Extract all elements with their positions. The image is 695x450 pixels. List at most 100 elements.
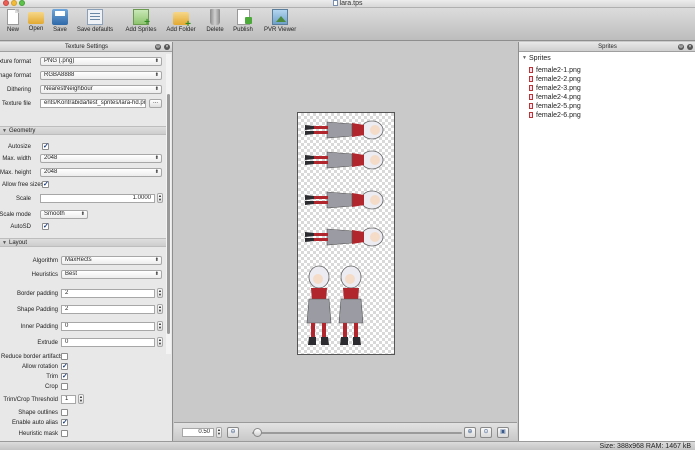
- image-file-icon: [529, 67, 533, 73]
- sprite-list-item[interactable]: female2-1.png: [529, 66, 581, 75]
- dithering-select[interactable]: NearestNeighbour ⬍: [40, 85, 162, 94]
- inner-padding-stepper[interactable]: ▲ ▼: [157, 321, 163, 331]
- add-sprites-button[interactable]: Add Sprites: [124, 9, 158, 33]
- sprite-female2-rotated: [305, 120, 384, 140]
- close-panel-icon[interactable]: ×: [687, 44, 693, 50]
- zoom-actual-size-button[interactable]: ⊙: [480, 427, 492, 438]
- scale-field[interactable]: 1.0000: [40, 194, 155, 203]
- max-width-select[interactable]: 2048 ⬍: [40, 154, 162, 163]
- image-file-icon: [529, 94, 533, 100]
- texture-format-label: Texture format: [0, 59, 31, 65]
- disclosure-triangle-icon: ▼: [522, 55, 527, 61]
- zoom-field[interactable]: 0.50: [182, 428, 214, 437]
- texture-format-select[interactable]: PNG (.png) ⬍: [40, 57, 162, 66]
- sprite-female2-upright: [338, 265, 364, 345]
- zoom-slider-knob[interactable]: [253, 428, 263, 437]
- status-text: Size: 388x968 RAM: 1467 kB: [599, 443, 691, 450]
- geometry-section-header[interactable]: ▼ Geometry: [0, 126, 166, 135]
- select-arrows-icon: ⬍: [154, 169, 159, 175]
- allow-rotation-checkbox[interactable]: ✓: [61, 363, 68, 370]
- zoom-actual-icon: ⊙: [483, 429, 489, 435]
- sprite-list-item[interactable]: female2-4.png: [529, 93, 581, 102]
- sprite-sheet-preview: 0.50 ▲ ▼ ⊖ ⊕ ⊙ ▣: [174, 42, 517, 441]
- sprite-list-item[interactable]: female2-3.png: [529, 84, 581, 93]
- texture-file-field[interactable]: ents/Kontrabida/test_sprites/lara-hd.png: [40, 99, 146, 108]
- zoom-out-icon: ⊖: [230, 429, 236, 435]
- scale-mode-label: Scale mode: [0, 212, 31, 218]
- reduce-border-artifacts-checkbox[interactable]: [61, 353, 68, 360]
- save-defaults-button[interactable]: Save defaults: [76, 9, 114, 33]
- crop-label: Crop: [44, 384, 58, 390]
- texture-settings-header: Texture Settings ⊖ ×: [0, 42, 172, 52]
- sprite-list-item[interactable]: female2-2.png: [529, 75, 581, 84]
- detach-panel-icon[interactable]: ⊖: [155, 44, 161, 50]
- scale-mode-select[interactable]: Smooth ⬍: [40, 210, 88, 219]
- trim-crop-threshold-stepper[interactable]: ▲ ▼: [78, 394, 84, 404]
- save-button[interactable]: Save: [51, 9, 69, 33]
- border-padding-field[interactable]: 2: [61, 289, 155, 298]
- extrude-field[interactable]: 0: [61, 338, 155, 347]
- image-format-select[interactable]: RGBA8888 ⬍: [40, 71, 162, 80]
- sprites-panel: Sprites ⊖ × ▼ Sprites female2-1.png femal…: [518, 42, 695, 441]
- inner-padding-field[interactable]: 0: [61, 322, 155, 331]
- zoom-in-button[interactable]: ⊕: [464, 427, 476, 438]
- zoom-stepper[interactable]: ▲ ▼: [216, 427, 222, 438]
- shape-padding-field[interactable]: 2: [61, 305, 155, 314]
- sprite-sheet-canvas[interactable]: [297, 112, 395, 355]
- scale-stepper[interactable]: ▲ ▼: [157, 193, 163, 203]
- sprite-female2-upright: [306, 265, 332, 345]
- scrollbar-thumb[interactable]: [167, 94, 170, 334]
- folder-open-icon: [28, 12, 44, 24]
- save-defaults-icon: [87, 9, 103, 25]
- zoom-slider[interactable]: [252, 432, 462, 434]
- allow-free-sizes-checkbox[interactable]: ✓: [42, 181, 49, 188]
- autosize-checkbox[interactable]: ✓: [42, 143, 49, 150]
- shape-outlines-checkbox[interactable]: [61, 409, 68, 416]
- add-folder-button[interactable]: Add Folder: [166, 9, 196, 33]
- publish-button[interactable]: Publish: [231, 9, 255, 33]
- disclosure-triangle-icon: ▼: [2, 240, 7, 246]
- max-width-label: Max. width: [2, 156, 31, 162]
- disclosure-triangle-icon: ▼: [2, 128, 7, 134]
- autosd-checkbox[interactable]: ✓: [42, 223, 49, 230]
- heuristics-label: Heuristics: [31, 272, 58, 278]
- extrude-stepper[interactable]: ▲ ▼: [157, 337, 163, 347]
- shape-padding-label: Shape Padding: [16, 307, 58, 313]
- image-file-icon: [529, 76, 533, 82]
- heuristic-mask-checkbox[interactable]: [61, 430, 68, 437]
- window-title: lara.tps: [0, 0, 695, 7]
- texture-settings-panel: Texture Settings ⊖ × Texture format PNG …: [0, 42, 173, 441]
- enable-auto-alias-checkbox[interactable]: ✓: [61, 419, 68, 426]
- zoom-out-button[interactable]: ⊖: [227, 427, 239, 438]
- texture-file-label: Texture file: [1, 101, 31, 107]
- new-button[interactable]: New: [4, 9, 22, 33]
- select-arrows-icon: ⬍: [154, 86, 159, 92]
- shape-padding-stepper[interactable]: ▲ ▼: [157, 304, 163, 314]
- delete-button[interactable]: Delete: [204, 9, 226, 33]
- inner-padding-label: Inner Padding: [20, 324, 58, 330]
- heuristics-select[interactable]: Best ⬍: [61, 270, 162, 279]
- title-bar: lara.tps: [0, 0, 695, 8]
- scale-label: Scale: [15, 196, 31, 202]
- open-button[interactable]: Open: [26, 9, 46, 32]
- browse-texture-file-button[interactable]: ...: [149, 99, 162, 108]
- sprite-list-item[interactable]: female2-6.png: [529, 111, 581, 120]
- border-padding-stepper[interactable]: ▲ ▼: [157, 288, 163, 298]
- algorithm-select[interactable]: MaxRects ⬍: [61, 256, 162, 265]
- close-panel-icon[interactable]: ×: [164, 44, 170, 50]
- trim-crop-threshold-field[interactable]: 1: [61, 395, 76, 404]
- sprites-header: Sprites ⊖ ×: [519, 42, 695, 52]
- crop-checkbox[interactable]: [61, 383, 68, 390]
- sprites-tree-root[interactable]: ▼ Sprites: [519, 54, 695, 63]
- layout-section-header[interactable]: ▼ Layout: [0, 238, 166, 247]
- detach-panel-icon[interactable]: ⊖: [678, 44, 684, 50]
- autosize-label: Autosize: [7, 144, 31, 150]
- max-height-select[interactable]: 2048 ⬍: [40, 168, 162, 177]
- sprite-list-item[interactable]: female2-5.png: [529, 102, 581, 111]
- trim-checkbox[interactable]: ✓: [61, 373, 68, 380]
- pvr-viewer-button[interactable]: PVR Viewer: [264, 9, 296, 33]
- zoom-fit-button[interactable]: ▣: [497, 427, 509, 438]
- status-bar: Size: 388x968 RAM: 1467 kB: [0, 441, 695, 450]
- settings-scrollbar[interactable]: [166, 54, 171, 354]
- select-arrows-icon: ⬍: [154, 72, 159, 78]
